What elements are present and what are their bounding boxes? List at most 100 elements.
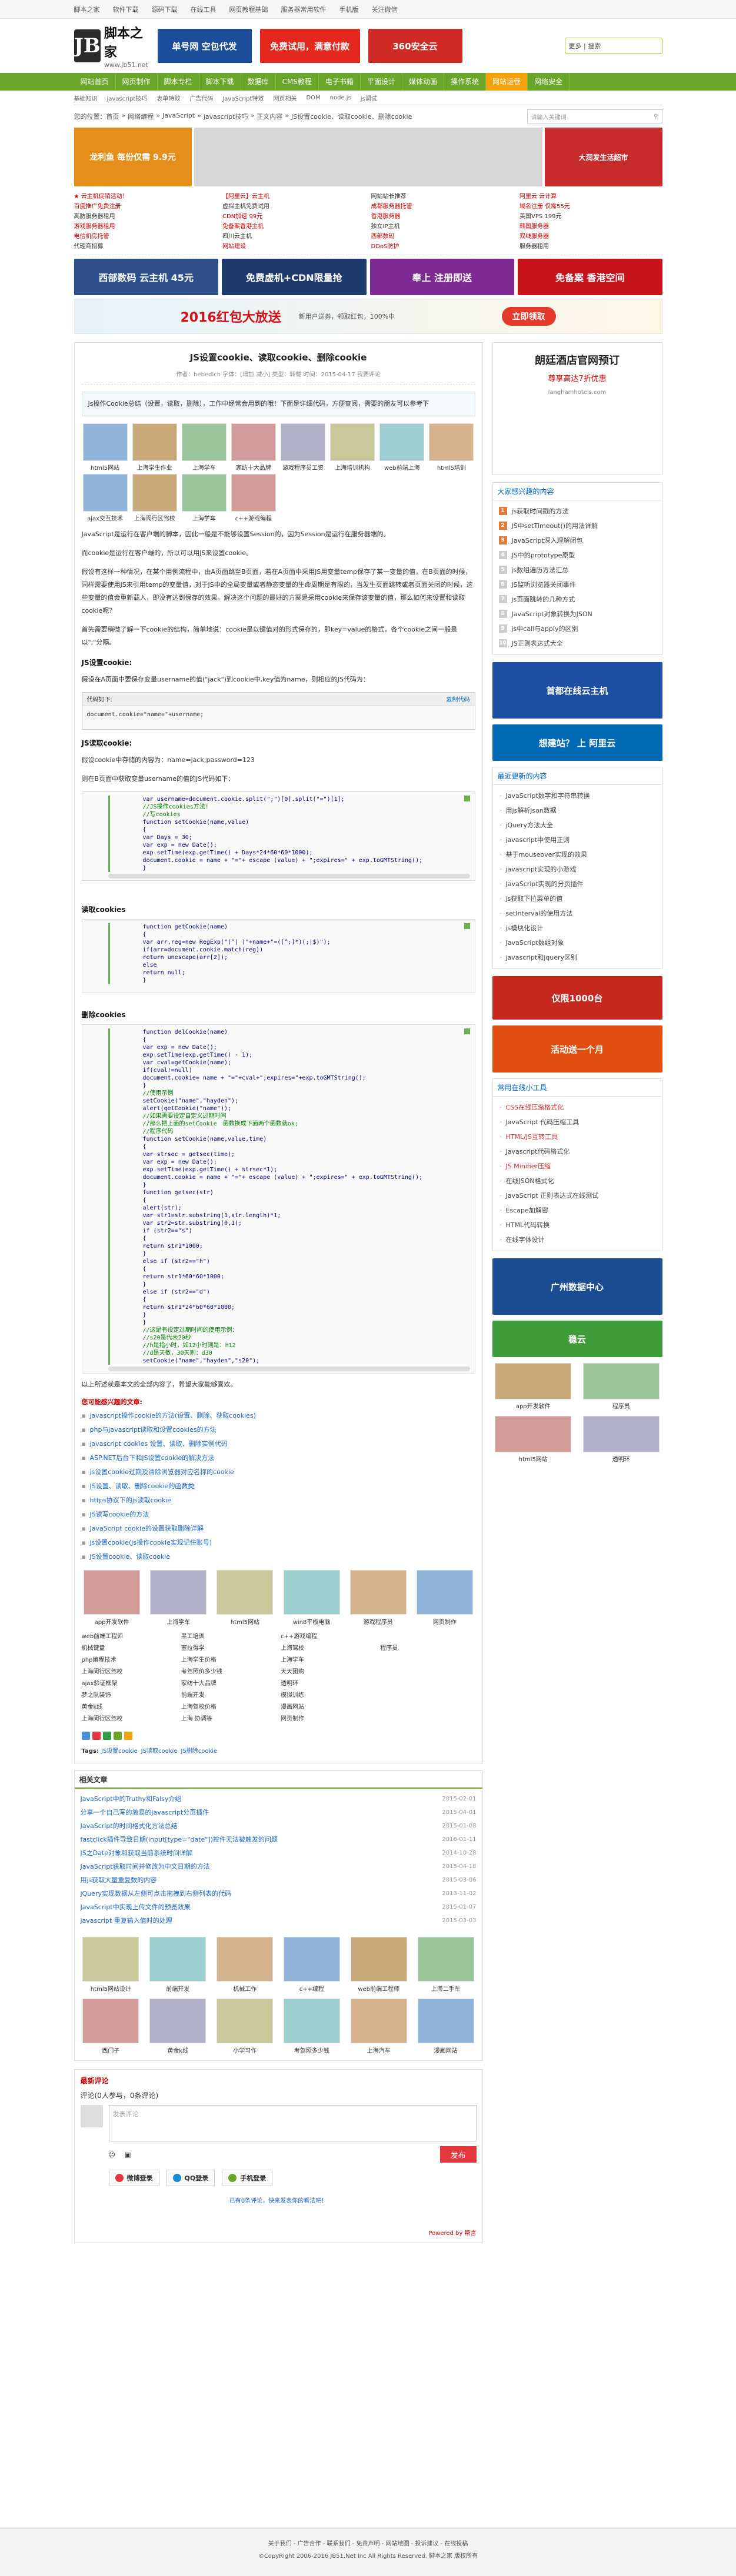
popular-item[interactable]: 2 JS中setTimeout()的用法详解 <box>498 519 656 533</box>
copy-code-button[interactable]: 复制代码 <box>447 694 470 703</box>
ad-market[interactable]: 大润发生活超市 <box>544 128 662 186</box>
popular-item[interactable]: 9 js中call与apply的区别 <box>498 622 656 636</box>
search-icon[interactable]: ⚲ <box>654 113 658 120</box>
related-thumb[interactable]: 机械工作 <box>214 1937 275 1993</box>
thumb-image[interactable] <box>495 1416 572 1452</box>
text-link[interactable]: php编程技术 <box>82 1655 176 1666</box>
thumb-image[interactable] <box>330 423 375 461</box>
thumb-image[interactable] <box>132 423 177 461</box>
bottom-thumb[interactable]: html5网站 <box>215 1570 275 1626</box>
thumb-image[interactable] <box>379 423 425 461</box>
related-thumb[interactable]: html5网站设计 <box>81 1937 142 1993</box>
ad-2016-redpacket[interactable]: 2016红包大放送 新用户送券，领取红包，100%中 立即领取 <box>74 299 662 334</box>
thumb-label[interactable]: c++游戏编程 <box>235 513 272 522</box>
article-thumb[interactable]: 上海学生作业 <box>131 423 178 472</box>
image-icon[interactable]: ▣ <box>125 2151 131 2159</box>
ad-month[interactable]: 活动送一个月 <box>492 1025 662 1073</box>
related-link[interactable]: php与javascript读取和设置cookies的方法 <box>82 1423 475 1437</box>
related-link[interactable]: JS读写cookie的方法 <box>82 1508 475 1522</box>
text-link[interactable] <box>380 1702 475 1713</box>
tool-item[interactable]: HTML/JS互转工具 <box>499 1130 656 1144</box>
text-link[interactable]: 机械键盘 <box>82 1643 176 1654</box>
ad-wenyun[interactable]: 稳云 <box>492 1321 662 1357</box>
related-article-title[interactable]: 分享一个自己写的简易的javascript分页插件 <box>81 1806 209 1819</box>
related-thumb[interactable]: 上海汽车 <box>348 1999 409 2054</box>
text-link[interactable]: 上海驾校 <box>281 1643 375 1654</box>
ad-link[interactable]: 独立IP主机 <box>371 221 514 230</box>
topbar-link[interactable]: 服务器常用软件 <box>281 5 327 14</box>
thumb-label[interactable]: html5网站设计 <box>91 1984 131 1993</box>
article-thumb[interactable]: c++游戏编程 <box>230 474 277 522</box>
related-thumb[interactable]: 前端开发 <box>147 1937 208 1993</box>
thumb-label[interactable]: 黄金k线 <box>167 2046 188 2054</box>
text-link[interactable] <box>380 1679 475 1689</box>
nav-item[interactable]: 网站首页 <box>74 73 116 91</box>
related-article-title[interactable]: JavaScript的时间格式化方法总结 <box>81 1819 178 1833</box>
related-article[interactable]: 用js获取大量重复数的内容 2015-03-06 <box>81 1873 477 1887</box>
thumb-label[interactable]: ajax交互技术 <box>87 513 123 522</box>
latest-item[interactable]: jQuery方法大全 <box>499 818 656 833</box>
emoji-icon[interactable]: ☺ <box>109 2151 115 2159</box>
thumb-label[interactable]: 考驾照多少钱 <box>294 2046 329 2054</box>
article-thumb[interactable]: html5网站 <box>82 423 129 472</box>
text-link[interactable]: 黑工培训 <box>181 1632 276 1642</box>
text-link[interactable]: 上海学生价格 <box>181 1655 276 1666</box>
topbar-link[interactable]: 软件下载 <box>113 5 139 14</box>
thumb-label[interactable]: 家纺十大品牌 <box>236 463 271 472</box>
share-more-icon[interactable] <box>124 1732 132 1740</box>
related-thumb[interactable]: web前端工程师 <box>348 1937 409 1993</box>
breadcrumb-item[interactable]: 网络编程 <box>128 112 154 121</box>
thumb-image[interactable] <box>429 423 474 461</box>
popular-item[interactable]: 6 JS监听浏览器关闭事件 <box>498 577 656 592</box>
powered-by[interactable]: Powered by 畅言 <box>81 2228 476 2237</box>
breadcrumb-item[interactable]: JavaScript <box>162 112 195 121</box>
related-link[interactable]: javascript操作cookie的方法(设置、删除、获取cookies) <box>82 1409 475 1423</box>
bottom-thumb[interactable]: 网页制作 <box>414 1570 475 1626</box>
ad-photo[interactable] <box>194 128 542 186</box>
related-article[interactable]: JavaScript获取时间并修改为中文日期的方法 2015-04-18 <box>81 1860 477 1873</box>
related-article-title[interactable]: javascript 重复输入值时的处理 <box>81 1914 172 1927</box>
related-article-title[interactable]: JavaScript中的Truthy和Falsy介绍 <box>81 1792 182 1806</box>
ad-link[interactable]: 服务器租用 <box>519 241 662 250</box>
article-thumb[interactable]: 上海学车 <box>181 474 228 522</box>
thumb-label[interactable]: 上海学车 <box>192 463 216 472</box>
header-banner-2[interactable]: 免费试用，满意付款 <box>259 29 360 63</box>
share-weibo-icon[interactable] <box>92 1732 101 1740</box>
related-article[interactable]: JavaScript的时间格式化方法总结 2015-01-08 <box>81 1819 477 1833</box>
related-link[interactable]: ASP.NET后台下和JS设置cookie的解决方法 <box>82 1451 475 1465</box>
article-thumb[interactable]: 上海培训机构 <box>329 423 376 472</box>
copy-icon[interactable] <box>464 796 470 801</box>
thumb-image[interactable] <box>283 1999 340 2043</box>
related-article-title[interactable]: fastclick插件导致日期(input[type="date"])控件无法被… <box>81 1833 278 1846</box>
ad-link[interactable]: 【阿里云】云主机 <box>222 191 365 200</box>
nav-item[interactable]: 脚本专栏 <box>158 73 199 91</box>
text-link[interactable]: 塞拉得学 <box>181 1643 276 1654</box>
thumb-image[interactable] <box>417 1937 474 1982</box>
sidebar-thumb[interactable]: 透明环 <box>580 1416 662 1463</box>
thumb-label[interactable]: html5网站 <box>91 463 119 472</box>
popular-item-title[interactable]: JS中setTimeout()的用法详解 <box>512 519 598 533</box>
header-search[interactable]: 更多 | 搜索 <box>564 38 662 54</box>
tag-link[interactable]: JS设置cookie <box>101 1748 138 1755</box>
header-search-row[interactable]: 更多 | 搜索 <box>564 38 662 54</box>
subnav-item[interactable]: node.js <box>330 95 351 101</box>
submit-comment-button[interactable]: 发布 <box>439 2146 477 2163</box>
breadcrumb-item[interactable]: 正文内容 <box>257 112 282 121</box>
ad-link[interactable]: 虚拟主机免费试用 <box>222 201 365 210</box>
topbar-link[interactable]: 源码下载 <box>152 5 178 14</box>
related-article[interactable]: JavaScript中实现上传文件的预览效果 2015-01-07 <box>81 1900 477 1914</box>
ad-link[interactable]: 美国VPS 199元 <box>519 211 662 220</box>
ad-link[interactable]: ★ 云主机促销活动！ <box>74 191 217 200</box>
thumb-image[interactable] <box>582 1363 660 1399</box>
text-link[interactable]: 考驾照价多少钱 <box>181 1667 276 1678</box>
text-link[interactable]: ajax验证框架 <box>82 1679 176 1689</box>
thumb-image[interactable] <box>283 1570 340 1615</box>
related-article-title[interactable]: JavaScript中实现上传文件的预览效果 <box>81 1900 191 1914</box>
ad-link[interactable]: 双线服务器 <box>519 231 662 240</box>
login-button[interactable]: 微博登录 <box>108 2170 159 2186</box>
ad-link[interactable]: 西部数码 <box>371 231 514 240</box>
ad-row-item[interactable]: 奉上 注册即送 <box>369 259 514 295</box>
latest-item[interactable]: JavaScript实现的分页插件 <box>499 877 656 891</box>
thumb-image[interactable] <box>350 1999 407 2043</box>
thumb-label[interactable]: app开发软件 <box>95 1617 129 1626</box>
